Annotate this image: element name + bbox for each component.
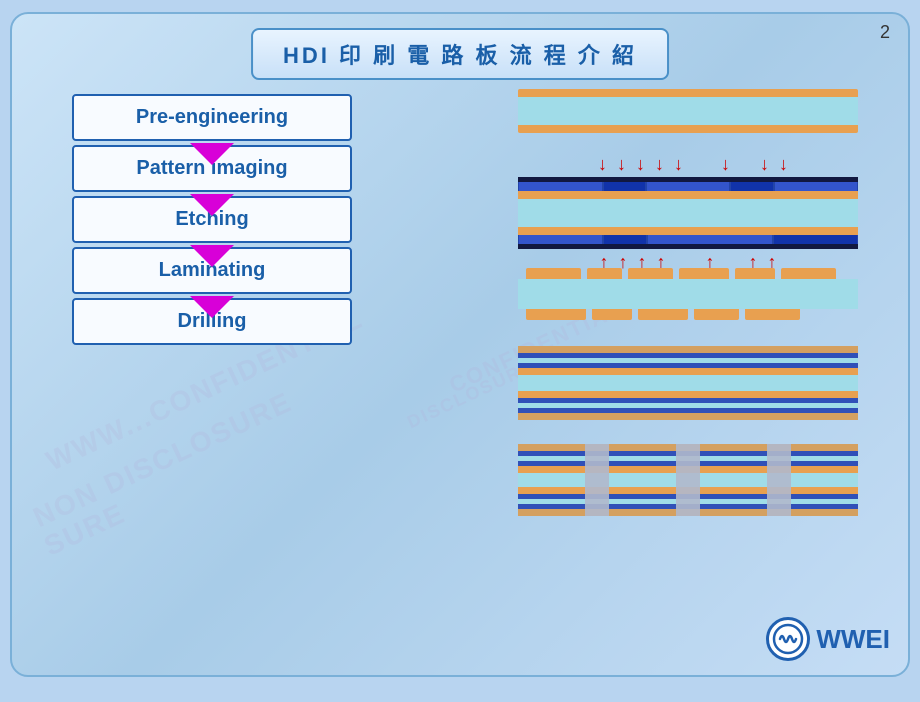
copper-bottom [518, 125, 858, 133]
diagram-etching [508, 268, 868, 328]
red-arrow-down-6: ↓ [721, 155, 730, 173]
right-diagrams: ↓ ↓ ↓ ↓ ↓ ↓ ↓ ↓ [508, 89, 888, 519]
red-arrow-down-5: ↓ [674, 155, 683, 173]
left-flow: Pre-engineering Pattern imaging Etching … [42, 94, 382, 345]
board-core [518, 97, 858, 125]
watermark-2: NON DISCLOSURE [28, 386, 297, 534]
board-with-resist [518, 177, 858, 249]
arrows-down: ↓ ↓ ↓ ↓ ↓ ↓ ↓ ↓ [508, 155, 868, 173]
wwei-label: WWEI [816, 624, 890, 655]
slide-number: 2 [880, 22, 890, 43]
diagram-drilling [508, 444, 868, 519]
red-arrow-down-7: ↓ [760, 155, 769, 173]
slide-container: 2 HDI 印 刷 電 路 板 流 程 介 紹 WWW...CONFIDENTI… [10, 12, 910, 677]
slide-title: HDI 印 刷 電 路 板 流 程 介 紹 [283, 43, 637, 68]
diagram-pattern-imaging: ↓ ↓ ↓ ↓ ↓ ↓ ↓ ↓ [508, 155, 868, 250]
watermark-3: SURE [39, 497, 130, 562]
step-pre-engineering: Pre-engineering [72, 94, 352, 141]
red-arrow-down-2: ↓ [617, 155, 626, 173]
title-box: HDI 印 刷 電 路 板 流 程 介 紹 [251, 28, 669, 80]
red-arrow-down-4: ↓ [655, 155, 664, 173]
wwei-logo: WWEI [766, 617, 890, 661]
wwei-circle-icon [766, 617, 810, 661]
copper-top [518, 89, 858, 97]
red-arrow-down-8: ↓ [779, 155, 788, 173]
red-arrow-down-1: ↓ [598, 155, 607, 173]
diagram-pre-engineering [508, 89, 868, 137]
diagram-laminating [508, 346, 868, 426]
red-arrow-down-3: ↓ [636, 155, 645, 173]
